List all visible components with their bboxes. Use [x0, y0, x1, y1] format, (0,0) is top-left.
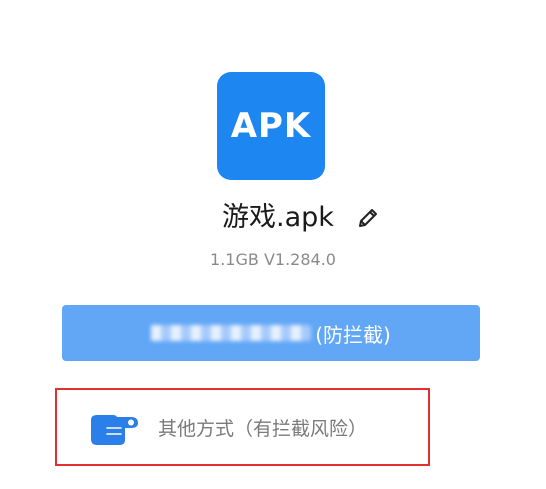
download-button-label: (防拦截)	[315, 322, 391, 347]
file-size-version: 1.1GB V1.284.0	[210, 250, 336, 269]
pointing-hand-icon	[87, 412, 143, 448]
file-name-row: 游戏.apk	[0, 198, 546, 238]
apk-icon-label: APK	[230, 106, 312, 146]
apk-app-icon: APK	[217, 72, 325, 180]
alternative-download-link[interactable]: 其他方式（有拦截风险）	[158, 416, 367, 442]
pencil-icon[interactable]	[356, 206, 380, 230]
blurred-label-text	[151, 325, 312, 341]
alternative-download-highlight: 其他方式（有拦截风险）	[55, 388, 430, 466]
file-name: 游戏.apk	[222, 202, 334, 233]
download-button[interactable]: (防拦截)	[62, 305, 480, 361]
